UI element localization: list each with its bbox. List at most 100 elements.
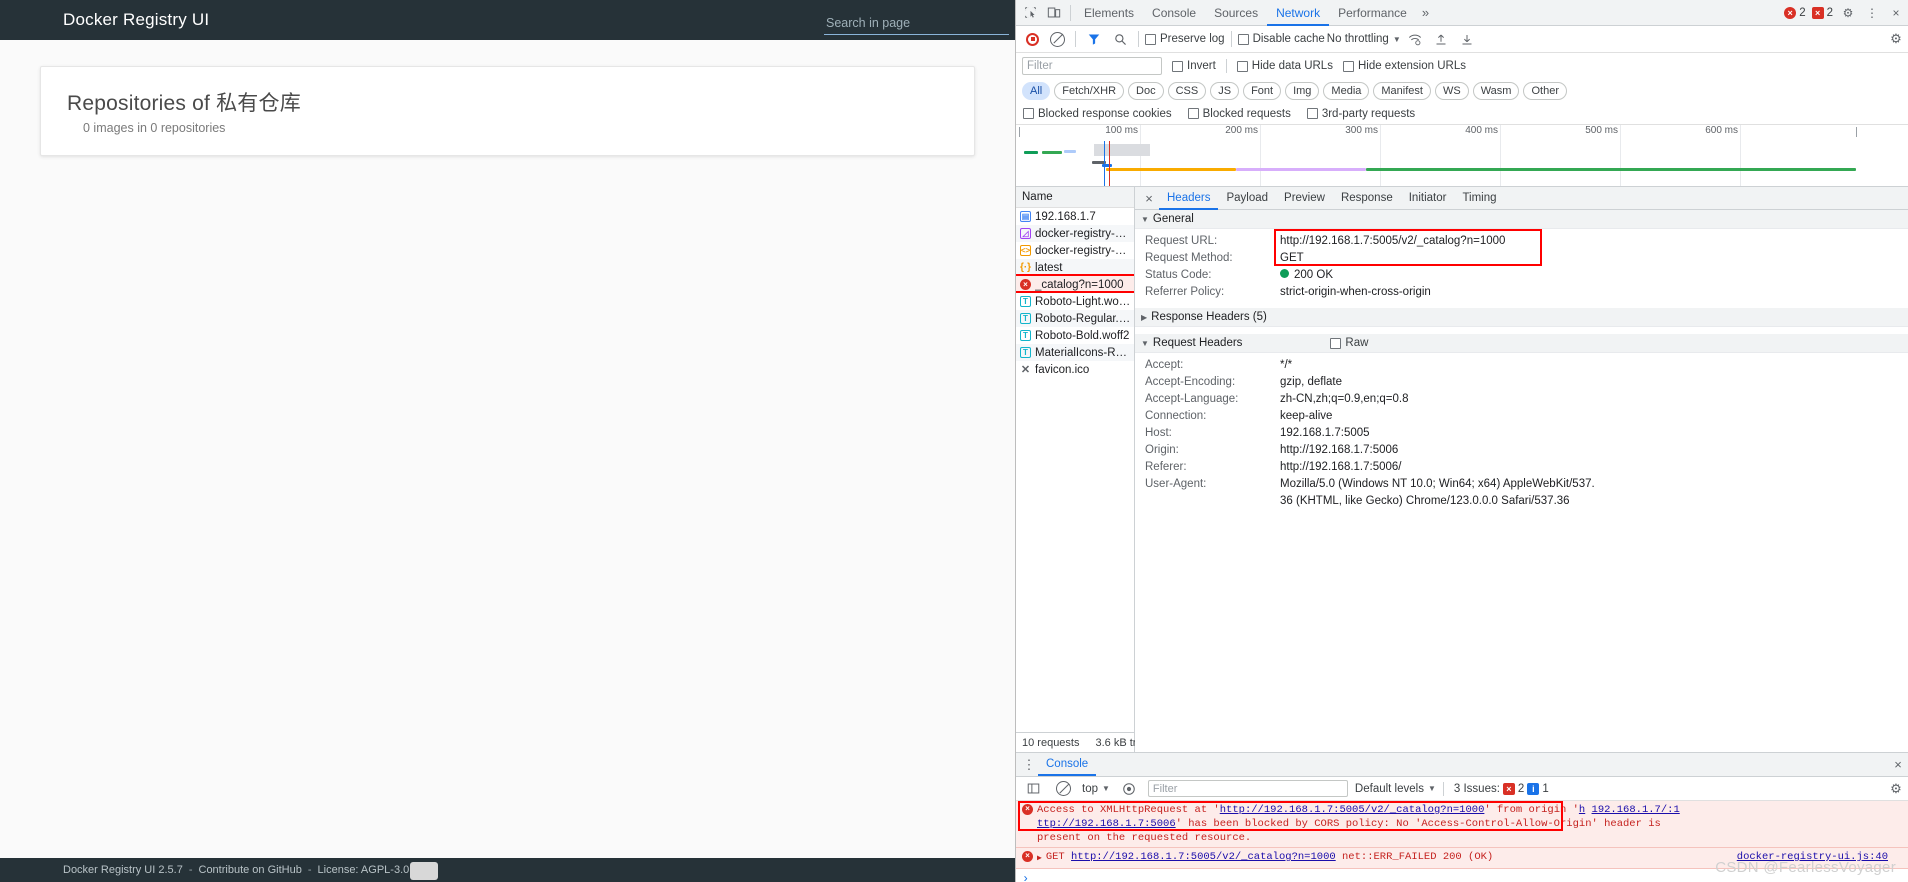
chip-media[interactable]: Media — [1323, 82, 1370, 100]
network-conditions-icon[interactable] — [1403, 27, 1427, 51]
close-detail-icon[interactable]: × — [1139, 188, 1159, 208]
cors-source-link[interactable]: 192.168.1.7/:1 — [1592, 804, 1680, 816]
overview-bar-3 — [1064, 150, 1076, 153]
tab-network[interactable]: Network — [1267, 0, 1329, 26]
request-method-key: Request Method: — [1145, 252, 1233, 264]
failed-request-url-link[interactable]: http://192.168.1.7:5005/v2/_catalog?n=10… — [1071, 851, 1336, 863]
filter-funnel-icon[interactable] — [1082, 27, 1106, 51]
request-name: favicon.ico — [1035, 363, 1090, 376]
response-headers-section-header[interactable]: ▶ Response Headers (5) — [1135, 308, 1908, 327]
console-messages[interactable]: × Access to XMLHttpRequest at 'http://19… — [1016, 801, 1908, 882]
overview-tick-100ms: 100 ms — [1105, 125, 1141, 186]
chip-img[interactable]: Img — [1285, 82, 1320, 100]
chip-doc[interactable]: Doc — [1128, 82, 1164, 100]
raw-checkbox[interactable]: Raw — [1330, 337, 1368, 349]
tab-console[interactable]: Console — [1143, 0, 1205, 26]
close-drawer-icon[interactable]: × — [1888, 755, 1908, 775]
tab-elements[interactable]: Elements — [1075, 0, 1143, 26]
detail-tab-headers[interactable]: Headers — [1159, 187, 1218, 210]
request-list-scroll[interactable]: ▤ 192.168.1.7 ◿ docker-registry-ui.... <… — [1016, 208, 1134, 732]
import-har-icon[interactable] — [1429, 27, 1453, 51]
request-row-stylesheet[interactable]: ◿ docker-registry-ui.... — [1016, 225, 1134, 242]
network-filter-input[interactable] — [1022, 57, 1162, 75]
console-message-cors-error[interactable]: × Access to XMLHttpRequest at 'http://19… — [1016, 801, 1908, 848]
network-overview-timeline[interactable]: 100 ms 200 ms 300 ms 400 ms 500 ms 600 m… — [1016, 125, 1908, 187]
chip-font[interactable]: Font — [1243, 82, 1282, 100]
request-row-script[interactable]: <> docker-registry-ui.js — [1016, 242, 1134, 259]
clear-network-log-icon[interactable] — [1050, 31, 1065, 47]
preserve-log-checkbox[interactable]: Preserve log — [1145, 33, 1225, 45]
request-row-catalog-failed[interactable]: × _catalog?n=1000 — [1016, 274, 1134, 293]
devtools-kebab-icon[interactable]: ⋮ — [1860, 1, 1884, 25]
invert-checkbox[interactable]: Invert — [1172, 60, 1216, 72]
third-party-requests-checkbox[interactable]: 3rd-party requests — [1306, 108, 1415, 120]
detail-tab-timing[interactable]: Timing — [1454, 187, 1504, 210]
chip-wasm[interactable]: Wasm — [1472, 82, 1520, 100]
error-count-badge[interactable]: × 2 — [1781, 6, 1808, 19]
console-issues-summary[interactable]: 3 Issues: × 2 i 1 — [1451, 782, 1552, 795]
footer-contribute-link[interactable]: Contribute on GitHub — [199, 864, 302, 876]
overview-tick-600ms: 600 ms — [1705, 125, 1741, 186]
drawer-tab-console[interactable]: Console — [1038, 753, 1096, 776]
export-har-icon[interactable] — [1455, 27, 1479, 51]
chevron-down-icon: ▼ — [1427, 784, 1436, 793]
request-headers-section-header[interactable]: ▼ Request Headers Raw — [1135, 334, 1908, 353]
request-row-document[interactable]: ▤ 192.168.1.7 — [1016, 208, 1134, 225]
console-sidebar-icon[interactable] — [1021, 777, 1045, 801]
request-row-font-bold[interactable]: T Roboto-Bold.woff2 — [1016, 327, 1134, 344]
throttling-select[interactable]: No throttling ▼ — [1327, 33, 1401, 45]
general-section-header[interactable]: ▼ General — [1135, 210, 1908, 229]
blocked-response-cookies-checkbox[interactable]: Blocked response cookies — [1023, 108, 1172, 120]
close-devtools-icon[interactable]: × — [1884, 1, 1908, 25]
chip-css[interactable]: CSS — [1167, 82, 1207, 100]
request-row-font-regular[interactable]: T Roboto-Regular.w... — [1016, 310, 1134, 327]
detail-scroll[interactable]: ▼ General Request URL: http://192.168.1.… — [1135, 210, 1908, 752]
drawer-kebab-icon[interactable]: ⋮ — [1020, 756, 1038, 774]
console-context-value: top — [1082, 782, 1098, 795]
request-row-font-light[interactable]: T Roboto-Light.woff2 — [1016, 293, 1134, 310]
detail-tab-response[interactable]: Response — [1333, 187, 1401, 210]
cors-request-url-link[interactable]: http://192.168.1.7:5005/v2/_catalog?n=10… — [1220, 804, 1485, 816]
search-input[interactable] — [824, 14, 1009, 35]
inspect-element-icon[interactable] — [1018, 1, 1042, 25]
tab-sources[interactable]: Sources — [1205, 0, 1267, 26]
detail-tab-payload[interactable]: Payload — [1218, 187, 1276, 210]
overview-tick-300ms: 300 ms — [1345, 125, 1381, 186]
expand-triangle-icon[interactable]: ▶ — [1037, 852, 1042, 866]
search-icon[interactable] — [1108, 27, 1132, 51]
user-agent-key: User-Agent: — [1145, 478, 1207, 490]
tab-performance[interactable]: Performance — [1329, 0, 1416, 26]
live-expression-eye-icon[interactable] — [1117, 777, 1141, 801]
console-settings-gear-icon[interactable]: ⚙ — [1889, 781, 1903, 796]
chip-js[interactable]: JS — [1210, 82, 1240, 100]
hide-extension-urls-checkbox[interactable]: Hide extension URLs — [1342, 60, 1466, 72]
general-row-referrer-policy: Referrer Policy: strict-origin-when-cros… — [1135, 284, 1908, 301]
detail-tab-preview[interactable]: Preview — [1276, 187, 1333, 210]
generic-file-icon: ✕ — [1020, 364, 1031, 376]
chip-manifest[interactable]: Manifest — [1373, 82, 1431, 100]
more-tabs-icon[interactable]: » — [1416, 5, 1435, 20]
chip-other[interactable]: Other — [1523, 82, 1567, 100]
console-filter-input[interactable] — [1147, 780, 1348, 797]
request-row-favicon[interactable]: ✕ favicon.ico — [1016, 361, 1134, 378]
settings-gear-icon[interactable]: ⚙ — [1836, 1, 1860, 25]
chip-fetch-xhr[interactable]: Fetch/XHR — [1054, 82, 1125, 100]
hide-data-urls-checkbox[interactable]: Hide data URLs — [1236, 60, 1333, 72]
network-settings-gear-icon[interactable]: ⚙ — [1889, 31, 1903, 46]
console-context-select[interactable]: top ▼ — [1082, 783, 1110, 795]
disable-cache-checkbox[interactable]: Disable cache — [1237, 33, 1325, 45]
request-row-material-icons[interactable]: T MaterialIcons-Reg... — [1016, 344, 1134, 361]
request-name: MaterialIcons-Reg... — [1035, 346, 1131, 359]
network-summary-bar: 10 requests 3.6 kB tr — [1016, 732, 1136, 752]
warning-count-badge[interactable]: × 2 — [1809, 6, 1836, 19]
record-button[interactable] — [1026, 32, 1039, 46]
blocked-requests-checkbox[interactable]: Blocked requests — [1187, 108, 1291, 120]
request-row-fetch-latest[interactable]: {·} latest — [1016, 259, 1134, 276]
console-levels-select[interactable]: Default levels ▼ — [1355, 783, 1436, 795]
detail-tab-initiator[interactable]: Initiator — [1401, 187, 1455, 210]
clear-console-icon[interactable] — [1056, 781, 1071, 796]
cors-origin-link[interactable]: ttp://192.168.1.7:5006 — [1037, 818, 1176, 830]
chip-ws[interactable]: WS — [1434, 82, 1469, 100]
device-toolbar-icon[interactable] — [1042, 1, 1066, 25]
chip-all[interactable]: All — [1022, 82, 1051, 100]
